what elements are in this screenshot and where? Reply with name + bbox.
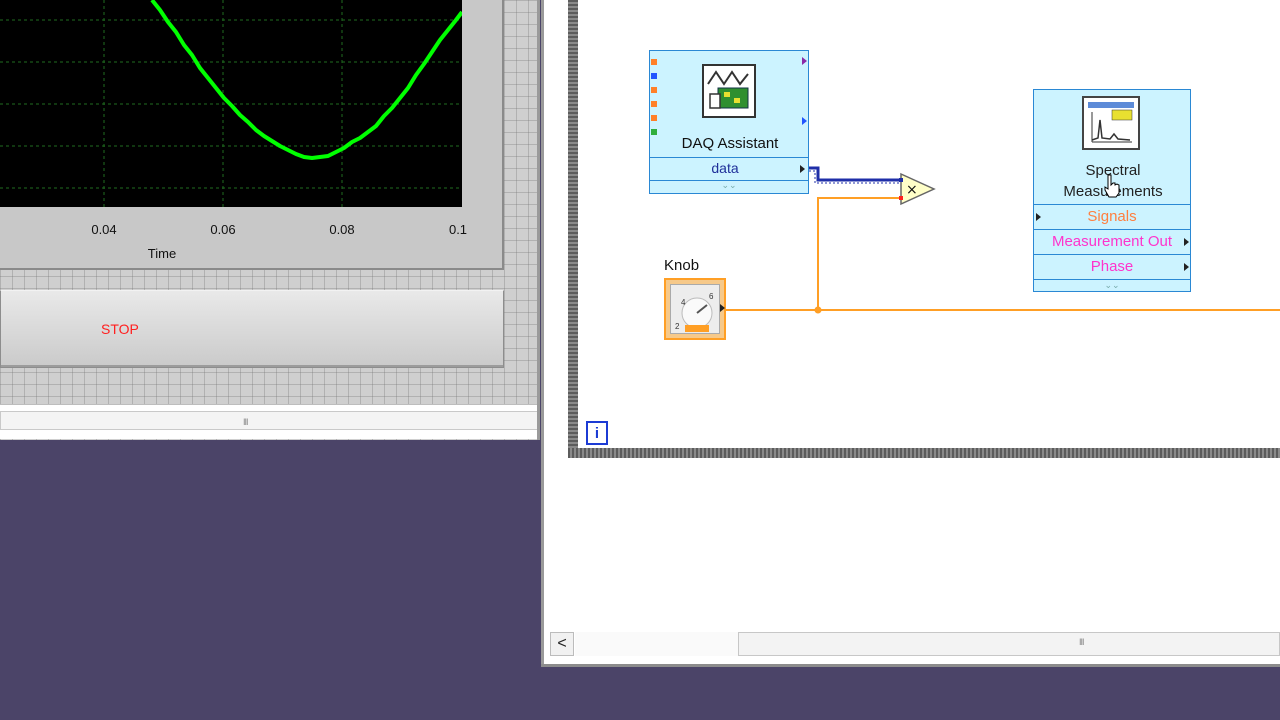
input-terminal-arrow-icon [1036, 213, 1041, 221]
daq-assistant-title: DAQ Assistant [681, 135, 779, 152]
scroll-left-button[interactable]: < [550, 632, 574, 656]
block-diagram-scroll-thumb[interactable]: III [738, 632, 1280, 656]
daq-data-label: data [711, 160, 739, 176]
daq-icon-graphic [707, 70, 749, 109]
output-terminal-arrow-icon[interactable] [800, 165, 805, 173]
spectral-icon-graphic [1088, 102, 1134, 143]
input-terminal[interactable] [651, 115, 657, 121]
knob-dial-icon: 4 6 2 [670, 284, 720, 334]
output-terminal-arrow-icon[interactable] [802, 117, 807, 125]
measurement-out-terminal-label: Measurement Out [1051, 233, 1173, 250]
input-terminal[interactable] [651, 73, 657, 79]
output-terminal-arrow-icon[interactable] [720, 304, 725, 312]
output-terminal-arrow-icon[interactable] [802, 57, 807, 65]
knob-terminal[interactable]: 4 6 2 [664, 278, 726, 340]
signals-terminal-label: Signals [1087, 208, 1137, 225]
spectrum-analysis-icon [1082, 96, 1140, 150]
waveform-data-wire [809, 166, 900, 182]
daq-assistant-express-vi[interactable]: DAQ Assistant data ⌄⌄ [649, 50, 809, 194]
hand-pointer-cursor-icon [1104, 174, 1120, 198]
phase-terminal-label: Phase [1090, 258, 1134, 275]
input-terminal[interactable] [651, 101, 657, 107]
scroll-grip-icon: III [1079, 637, 1084, 647]
daq-device-icon [702, 64, 756, 118]
multiply-symbol: × [906, 182, 918, 198]
knob-to-multiply-wire [817, 197, 900, 310]
knob-dial-graphic: 4 6 2 [675, 292, 714, 332]
expand-chevron-icon[interactable]: ⌄⌄ [1034, 280, 1190, 291]
svg-text:4: 4 [681, 298, 686, 307]
knob-label: Knob [664, 257, 700, 274]
svg-text:2: 2 [675, 322, 680, 331]
input-terminal[interactable] [651, 59, 657, 65]
input-terminal[interactable] [651, 87, 657, 93]
measurement-out-terminal[interactable]: Measurement Out [1034, 229, 1190, 254]
expand-chevron-icon[interactable]: ⌄⌄ [650, 180, 808, 193]
multiply-icon: × [899, 172, 936, 206]
output-terminal-arrow-icon [1184, 238, 1189, 246]
wire-junction-dot [814, 306, 822, 314]
output-terminal-arrow-icon [1184, 263, 1189, 271]
signals-input-terminal[interactable]: Signals [1034, 204, 1190, 229]
svg-text:6: 6 [709, 292, 714, 301]
phase-output-terminal[interactable]: Phase [1034, 254, 1190, 280]
daq-data-terminal[interactable]: data [650, 157, 808, 181]
multiply-function[interactable]: × [898, 172, 938, 206]
